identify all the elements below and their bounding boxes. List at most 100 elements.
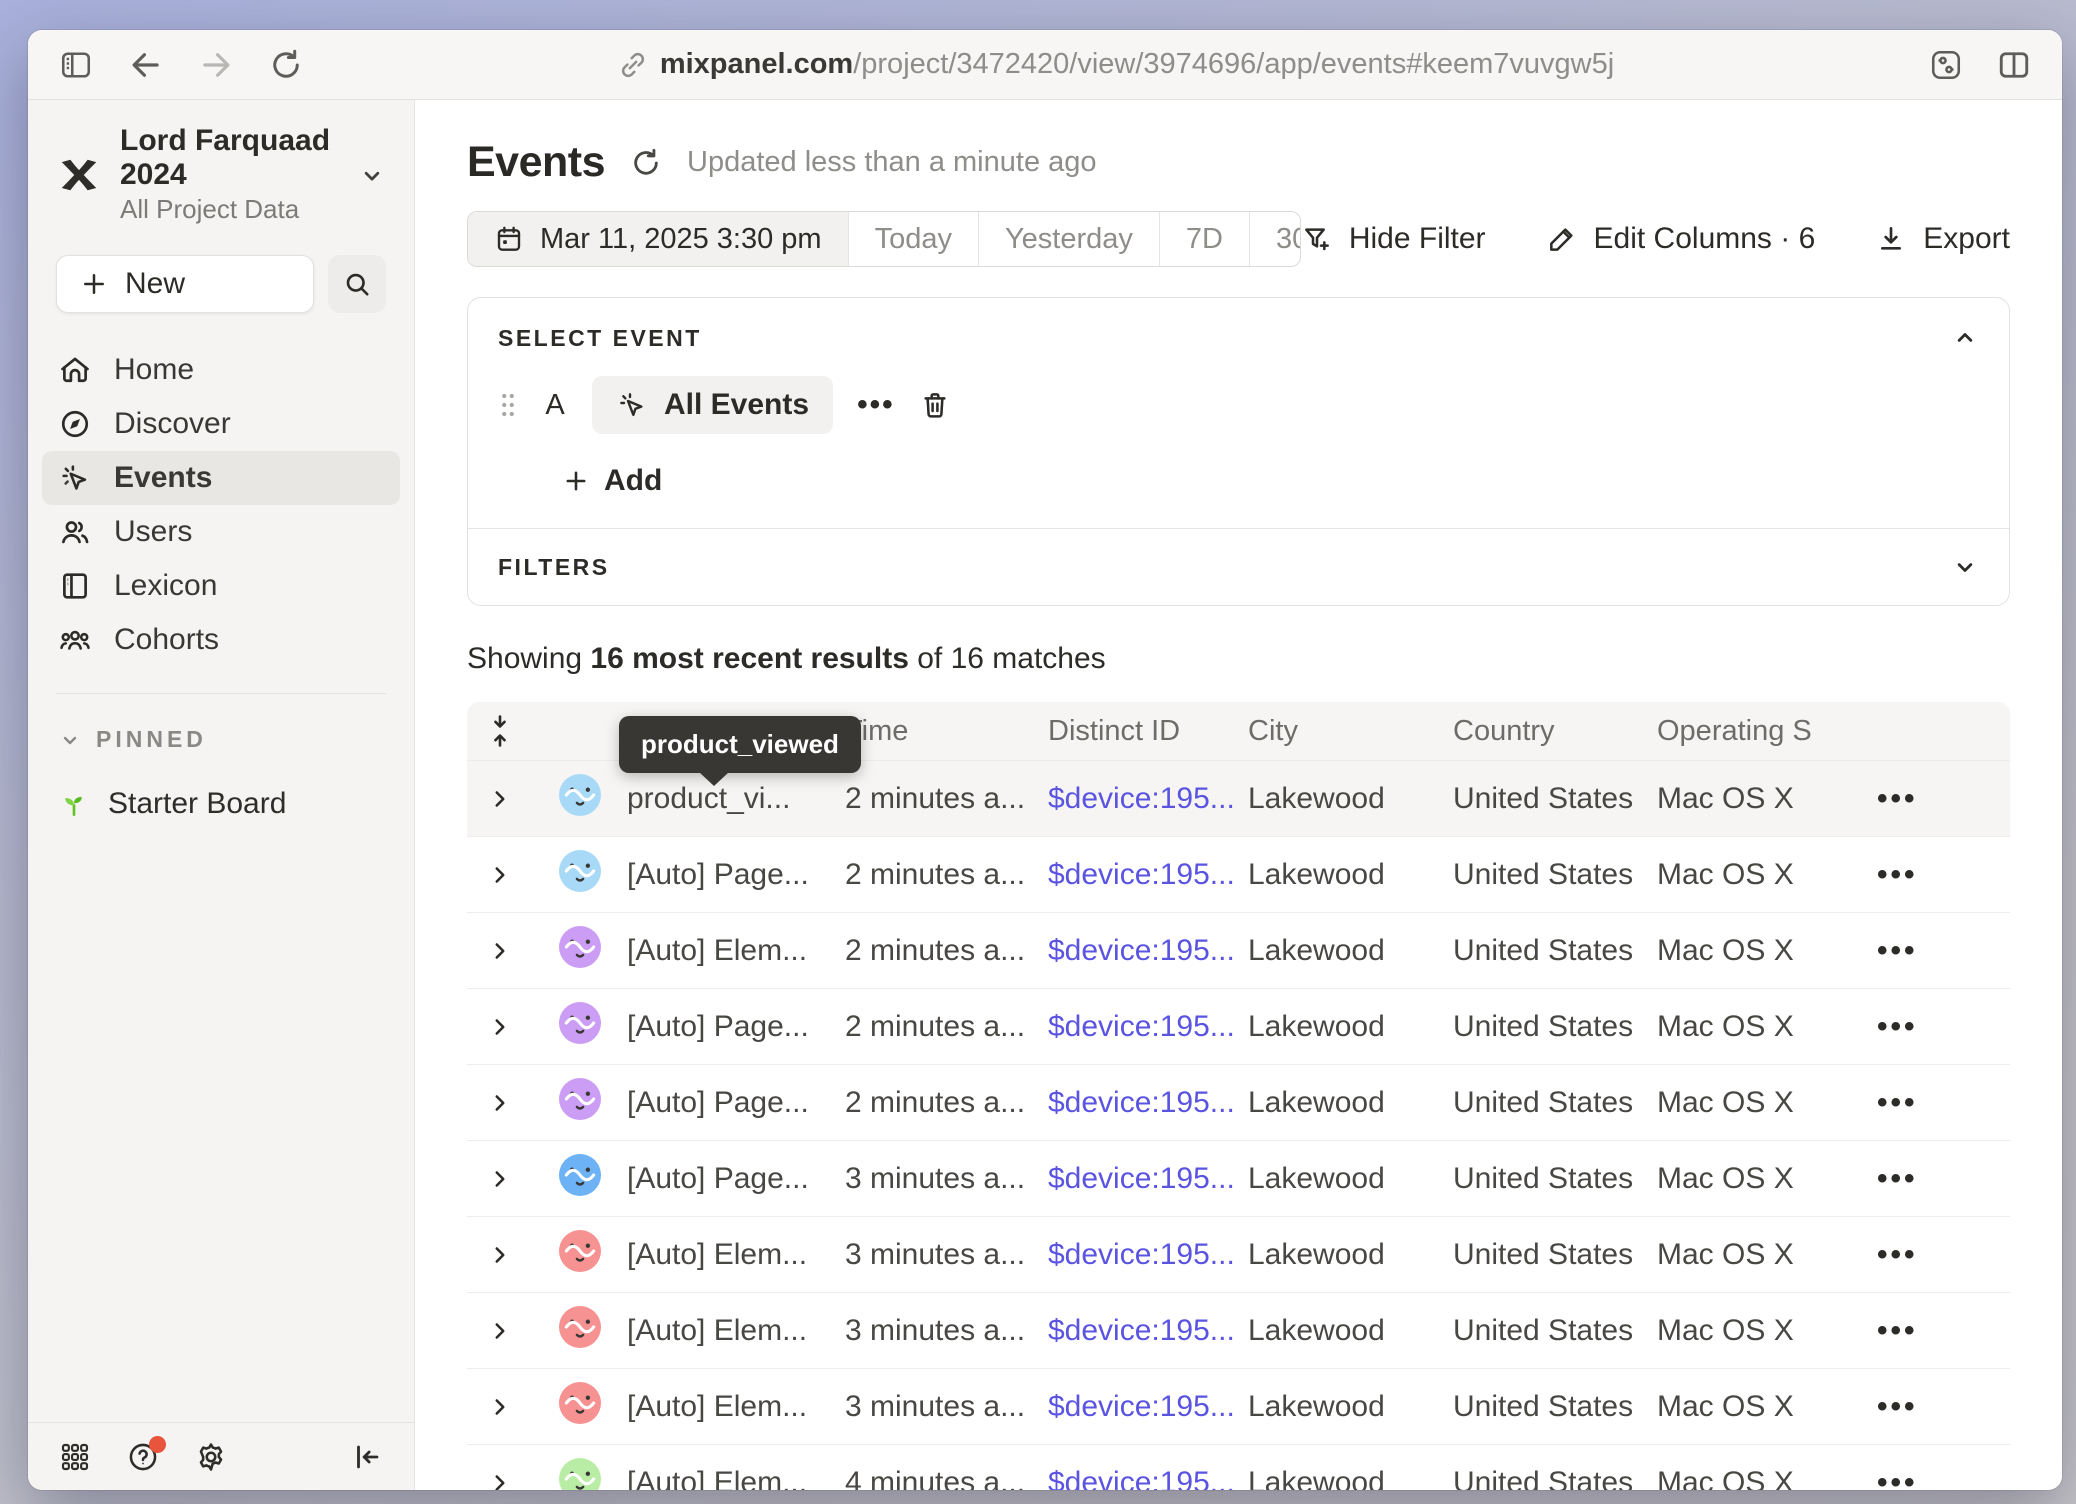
split-view-icon[interactable]	[1990, 41, 2038, 89]
column-header-city[interactable]: City	[1242, 715, 1447, 748]
reload-button-icon[interactable]	[262, 41, 310, 89]
cell-distinct-id[interactable]: $device:195...	[1042, 1162, 1242, 1196]
collapse-sidebar-icon[interactable]	[348, 1438, 386, 1476]
sidebar-item-home[interactable]: Home	[42, 343, 400, 397]
row-expand-chevron-icon[interactable]	[467, 1470, 533, 1491]
chevron-down-icon[interactable]	[1951, 553, 1979, 581]
event-avatar-icon	[559, 1154, 601, 1196]
url-bar[interactable]: mixpanel.com/project/3472420/view/397469…	[310, 48, 1922, 81]
cell-distinct-id[interactable]: $device:195...	[1042, 1010, 1242, 1044]
row-expand-chevron-icon[interactable]	[467, 1242, 533, 1268]
new-button-label: New	[125, 267, 185, 301]
cell-city: Lakewood	[1242, 1010, 1447, 1044]
project-switcher[interactable]: Lord Farquaad 2024 All Project Data	[28, 124, 414, 225]
drag-handle-icon[interactable]	[498, 390, 518, 420]
event-avatar-icon	[559, 850, 601, 892]
preset-30d[interactable]: 30D	[1249, 212, 1301, 266]
clause-more-icon[interactable]: •••	[857, 388, 895, 422]
table-row[interactable]: [Auto] Elem... 3 minutes a... $device:19…	[467, 1292, 2010, 1368]
cell-distinct-id[interactable]: $device:195...	[1042, 1238, 1242, 1272]
table-row[interactable]: [Auto] Page... 3 minutes a... $device:19…	[467, 1140, 2010, 1216]
cell-distinct-id[interactable]: $device:195...	[1042, 858, 1242, 892]
event-avatar-icon	[559, 774, 601, 816]
sidebar-item-starter-board[interactable]: Starter Board	[58, 787, 414, 821]
filters-header[interactable]: FILTERS	[498, 553, 1979, 581]
help-icon[interactable]	[124, 1438, 162, 1476]
preset-today[interactable]: Today	[848, 212, 978, 266]
row-actions-icon[interactable]: •••	[1847, 1466, 2010, 1491]
column-header-os[interactable]: Operating S	[1651, 715, 1847, 748]
cell-distinct-id[interactable]: $device:195...	[1042, 1466, 1242, 1491]
refresh-icon[interactable]	[629, 146, 663, 180]
pinned-section-toggle[interactable]: PINNED	[58, 726, 414, 753]
sprout-icon	[58, 788, 90, 820]
row-actions-icon[interactable]: •••	[1847, 1086, 2010, 1120]
row-expand-chevron-icon[interactable]	[467, 1014, 533, 1040]
sidebar-item-users[interactable]: Users	[42, 505, 400, 559]
table-row[interactable]: [Auto] Page... 2 minutes a... $device:19…	[467, 836, 2010, 912]
row-expand-chevron-icon[interactable]	[467, 1166, 533, 1192]
events-table: product_viewed Time Distinct ID City Cou…	[467, 702, 2010, 1490]
row-expand-chevron-icon[interactable]	[467, 862, 533, 888]
sidebar-item-discover[interactable]: Discover	[42, 397, 400, 451]
preset-yesterday[interactable]: Yesterday	[978, 212, 1159, 266]
column-header-distinct-id[interactable]: Distinct ID	[1042, 715, 1242, 748]
column-header-time[interactable]: Time	[839, 715, 1042, 748]
search-button[interactable]	[328, 255, 386, 313]
cell-os: Mac OS X	[1651, 782, 1847, 816]
cell-distinct-id[interactable]: $device:195...	[1042, 1314, 1242, 1348]
forward-button-icon[interactable]	[192, 41, 240, 89]
cell-city: Lakewood	[1242, 1314, 1447, 1348]
sidebar-item-events[interactable]: Events	[42, 451, 400, 505]
cell-distinct-id[interactable]: $device:195...	[1042, 782, 1242, 816]
hide-filter-button[interactable]: Hide Filter	[1301, 222, 1486, 256]
date-range-picker: Mar 11, 2025 3:30 pm Today Yesterday 7D …	[467, 211, 1301, 267]
table-row[interactable]: [Auto] Page... 2 minutes a... $device:19…	[467, 988, 2010, 1064]
export-button[interactable]: Export	[1875, 222, 2010, 256]
row-actions-icon[interactable]: •••	[1847, 1162, 2010, 1196]
back-button-icon[interactable]	[122, 41, 170, 89]
cell-city: Lakewood	[1242, 1466, 1447, 1491]
row-actions-icon[interactable]: •••	[1847, 782, 2010, 816]
row-actions-icon[interactable]: •••	[1847, 858, 2010, 892]
sidebar-item-cohorts[interactable]: Cohorts	[42, 613, 400, 667]
settings-gear-icon[interactable]	[192, 1438, 230, 1476]
row-expand-chevron-icon[interactable]	[467, 1394, 533, 1420]
table-row[interactable]: [Auto] Elem... 2 minutes a... $device:19…	[467, 912, 2010, 988]
new-button[interactable]: New	[56, 255, 314, 313]
row-actions-icon[interactable]: •••	[1847, 1010, 2010, 1044]
event-avatar-icon	[559, 1002, 601, 1044]
url-path: /project/3472420/view/3974696/app/events…	[853, 48, 1614, 80]
add-event-button[interactable]: Add	[562, 464, 1979, 498]
preset-7d[interactable]: 7D	[1159, 212, 1249, 266]
table-row[interactable]: [Auto] Elem... 3 minutes a... $device:19…	[467, 1368, 2010, 1444]
select-event-header[interactable]: SELECT EVENT	[498, 324, 1979, 352]
row-actions-icon[interactable]: •••	[1847, 1314, 2010, 1348]
column-header-country[interactable]: Country	[1447, 715, 1651, 748]
row-actions-icon[interactable]: •••	[1847, 934, 2010, 968]
row-actions-icon[interactable]: •••	[1847, 1390, 2010, 1424]
tooltip-text: product_viewed	[641, 729, 839, 759]
sidebar-toggle-icon[interactable]	[52, 41, 100, 89]
date-current[interactable]: Mar 11, 2025 3:30 pm	[468, 212, 848, 266]
event-selector[interactable]: All Events	[592, 376, 833, 434]
cell-distinct-id[interactable]: $device:195...	[1042, 1086, 1242, 1120]
row-actions-icon[interactable]: •••	[1847, 1238, 2010, 1272]
table-row[interactable]: [Auto] Elem... 3 minutes a... $device:19…	[467, 1216, 2010, 1292]
sidebar-item-lexicon[interactable]: Lexicon	[42, 559, 400, 613]
apps-grid-icon[interactable]	[56, 1438, 94, 1476]
row-expand-chevron-icon[interactable]	[467, 938, 533, 964]
cell-distinct-id[interactable]: $device:195...	[1042, 934, 1242, 968]
edit-columns-button[interactable]: Edit Columns · 6	[1546, 222, 1816, 256]
row-expand-chevron-icon[interactable]	[467, 1318, 533, 1344]
table-row[interactable]: [Auto] Elem... 4 minutes a... $device:19…	[467, 1444, 2010, 1490]
collapse-all-icon[interactable]	[467, 714, 533, 748]
search-icon	[342, 269, 372, 299]
cell-distinct-id[interactable]: $device:195...	[1042, 1390, 1242, 1424]
row-expand-chevron-icon[interactable]	[467, 786, 533, 812]
row-expand-chevron-icon[interactable]	[467, 1090, 533, 1116]
chevron-up-icon[interactable]	[1951, 324, 1979, 352]
extensions-icon[interactable]	[1922, 41, 1970, 89]
table-row[interactable]: [Auto] Page... 2 minutes a... $device:19…	[467, 1064, 2010, 1140]
trash-icon[interactable]	[919, 389, 951, 421]
